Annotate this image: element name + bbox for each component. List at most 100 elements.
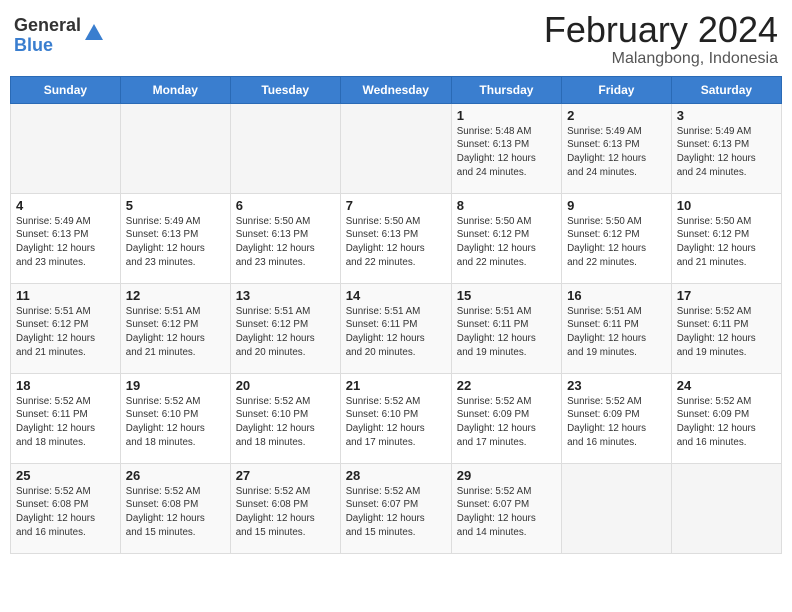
day-header-wednesday: Wednesday bbox=[340, 76, 451, 103]
calendar-cell: 29Sunrise: 5:52 AM Sunset: 6:07 PM Dayli… bbox=[451, 463, 561, 553]
day-info: Sunrise: 5:51 AM Sunset: 6:11 PM Dayligh… bbox=[457, 305, 556, 360]
day-header-tuesday: Tuesday bbox=[230, 76, 340, 103]
day-number: 22 bbox=[457, 378, 556, 393]
day-number: 21 bbox=[346, 378, 446, 393]
logo-general: General bbox=[14, 16, 81, 36]
calendar-cell: 10 Sunrise: 5:50 AM Sunset: 6:12 PM Dayli… bbox=[671, 193, 781, 283]
calendar-cell bbox=[120, 103, 230, 193]
day-info: Sunrise: 5:52 AM Sunset: 6:09 PM Dayligh… bbox=[567, 395, 666, 450]
day-header-sunday: Sunday bbox=[11, 76, 121, 103]
calendar-week-row: 11 Sunrise: 5:51 AM Sunset: 6:12 PM Dayli… bbox=[11, 283, 782, 373]
calendar-cell: 4 Sunrise: 5:49 AM Sunset: 6:13 PM Daylig… bbox=[11, 193, 121, 283]
calendar-cell: 14Sunrise: 5:51 AM Sunset: 6:11 PM Dayli… bbox=[340, 283, 451, 373]
calendar-week-row: 18 Sunrise: 5:52 AM Sunset: 6:11 PM Dayli… bbox=[11, 373, 782, 463]
day-number: 1 bbox=[457, 108, 556, 123]
day-info: Sunrise: 5:51 AM Sunset: 6:12 PM Dayligh… bbox=[126, 305, 225, 360]
calendar-cell: 23 Sunrise: 5:52 AM Sunset: 6:09 PM Dayli… bbox=[562, 373, 672, 463]
calendar-cell: 12Sunrise: 5:51 AM Sunset: 6:12 PM Dayli… bbox=[120, 283, 230, 373]
day-info: Sunrise: 5:52 AM Sunset: 6:10 PM Dayligh… bbox=[126, 395, 225, 450]
calendar-week-row: 25 Sunrise: 5:52 AM Sunset: 6:08 PM Dayli… bbox=[11, 463, 782, 553]
day-number: 2 bbox=[567, 108, 666, 123]
day-number: 25 bbox=[16, 468, 115, 483]
day-info: Sunrise: 5:52 AM Sunset: 6:07 PM Dayligh… bbox=[457, 485, 556, 540]
day-header-thursday: Thursday bbox=[451, 76, 561, 103]
day-number: 23 bbox=[567, 378, 666, 393]
day-header-saturday: Saturday bbox=[671, 76, 781, 103]
day-info: Sunrise: 5:52 AM Sunset: 6:10 PM Dayligh… bbox=[236, 395, 335, 450]
day-info: Sunrise: 5:52 AM Sunset: 6:11 PM Dayligh… bbox=[677, 305, 776, 360]
day-info: Sunrise: 5:52 AM Sunset: 6:08 PM Dayligh… bbox=[236, 485, 335, 540]
day-number: 16 bbox=[567, 288, 666, 303]
day-header-friday: Friday bbox=[562, 76, 672, 103]
logo-icon bbox=[83, 20, 105, 42]
calendar-cell: 28Sunrise: 5:52 AM Sunset: 6:07 PM Dayli… bbox=[340, 463, 451, 553]
calendar-cell: 21 Sunrise: 5:52 AM Sunset: 6:10 PM Dayli… bbox=[340, 373, 451, 463]
calendar-cell: 9 Sunrise: 5:50 AM Sunset: 6:12 PM Daylig… bbox=[562, 193, 672, 283]
calendar-cell: 20 Sunrise: 5:52 AM Sunset: 6:10 PM Dayli… bbox=[230, 373, 340, 463]
page-header: General Blue February 2024 Malangbong, I… bbox=[10, 10, 782, 68]
day-number: 13 bbox=[236, 288, 335, 303]
calendar-cell: 7Sunrise: 5:50 AM Sunset: 6:13 PM Daylig… bbox=[340, 193, 451, 283]
day-info: Sunrise: 5:52 AM Sunset: 6:07 PM Dayligh… bbox=[346, 485, 446, 540]
calendar-cell: 8 Sunrise: 5:50 AM Sunset: 6:12 PM Daylig… bbox=[451, 193, 561, 283]
location: Malangbong, Indonesia bbox=[544, 50, 778, 68]
day-info: Sunrise: 5:52 AM Sunset: 6:11 PM Dayligh… bbox=[16, 395, 115, 450]
day-number: 11 bbox=[16, 288, 115, 303]
calendar-cell: 5Sunrise: 5:49 AM Sunset: 6:13 PM Daylig… bbox=[120, 193, 230, 283]
calendar-cell: 17 Sunrise: 5:52 AM Sunset: 6:11 PM Dayli… bbox=[671, 283, 781, 373]
calendar-cell bbox=[562, 463, 672, 553]
day-info: Sunrise: 5:50 AM Sunset: 6:13 PM Dayligh… bbox=[346, 215, 446, 270]
day-number: 19 bbox=[126, 378, 225, 393]
day-info: Sunrise: 5:49 AM Sunset: 6:13 PM Dayligh… bbox=[677, 125, 776, 180]
day-info: Sunrise: 5:51 AM Sunset: 6:11 PM Dayligh… bbox=[567, 305, 666, 360]
day-info: Sunrise: 5:48 AM Sunset: 6:13 PM Dayligh… bbox=[457, 125, 556, 180]
day-number: 20 bbox=[236, 378, 335, 393]
day-info: Sunrise: 5:52 AM Sunset: 6:10 PM Dayligh… bbox=[346, 395, 446, 450]
calendar-cell: 15Sunrise: 5:51 AM Sunset: 6:11 PM Dayli… bbox=[451, 283, 561, 373]
day-number: 10 bbox=[677, 198, 776, 213]
calendar-cell bbox=[11, 103, 121, 193]
day-number: 17 bbox=[677, 288, 776, 303]
title-block: February 2024 Malangbong, Indonesia bbox=[544, 10, 778, 68]
calendar-cell: 24 Sunrise: 5:52 AM Sunset: 6:09 PM Dayli… bbox=[671, 373, 781, 463]
logo: General Blue bbox=[14, 16, 105, 56]
calendar-cell: 1 Sunrise: 5:48 AM Sunset: 6:13 PM Daylig… bbox=[451, 103, 561, 193]
day-number: 27 bbox=[236, 468, 335, 483]
day-info: Sunrise: 5:52 AM Sunset: 6:09 PM Dayligh… bbox=[677, 395, 776, 450]
calendar-cell bbox=[671, 463, 781, 553]
day-number: 5 bbox=[126, 198, 225, 213]
calendar-cell: 16 Sunrise: 5:51 AM Sunset: 6:11 PM Dayli… bbox=[562, 283, 672, 373]
day-number: 4 bbox=[16, 198, 115, 213]
calendar-header-row: SundayMondayTuesdayWednesdayThursdayFrid… bbox=[11, 76, 782, 103]
calendar-week-row: 4 Sunrise: 5:49 AM Sunset: 6:13 PM Daylig… bbox=[11, 193, 782, 283]
month-title: February 2024 bbox=[544, 10, 778, 50]
calendar-cell: 11 Sunrise: 5:51 AM Sunset: 6:12 PM Dayli… bbox=[11, 283, 121, 373]
calendar-cell: 13 Sunrise: 5:51 AM Sunset: 6:12 PM Dayli… bbox=[230, 283, 340, 373]
calendar-table: SundayMondayTuesdayWednesdayThursdayFrid… bbox=[10, 76, 782, 554]
day-info: Sunrise: 5:51 AM Sunset: 6:12 PM Dayligh… bbox=[16, 305, 115, 360]
day-info: Sunrise: 5:51 AM Sunset: 6:12 PM Dayligh… bbox=[236, 305, 335, 360]
calendar-cell: 27 Sunrise: 5:52 AM Sunset: 6:08 PM Dayli… bbox=[230, 463, 340, 553]
day-info: Sunrise: 5:49 AM Sunset: 6:13 PM Dayligh… bbox=[16, 215, 115, 270]
day-number: 9 bbox=[567, 198, 666, 213]
calendar-cell: 25 Sunrise: 5:52 AM Sunset: 6:08 PM Dayli… bbox=[11, 463, 121, 553]
calendar-cell: 2Sunrise: 5:49 AM Sunset: 6:13 PM Daylig… bbox=[562, 103, 672, 193]
calendar-cell: 18 Sunrise: 5:52 AM Sunset: 6:11 PM Dayli… bbox=[11, 373, 121, 463]
calendar-cell: 3 Sunrise: 5:49 AM Sunset: 6:13 PM Daylig… bbox=[671, 103, 781, 193]
day-info: Sunrise: 5:50 AM Sunset: 6:12 PM Dayligh… bbox=[457, 215, 556, 270]
day-info: Sunrise: 5:51 AM Sunset: 6:11 PM Dayligh… bbox=[346, 305, 446, 360]
day-number: 6 bbox=[236, 198, 335, 213]
day-info: Sunrise: 5:52 AM Sunset: 6:08 PM Dayligh… bbox=[16, 485, 115, 540]
calendar-week-row: 1 Sunrise: 5:48 AM Sunset: 6:13 PM Daylig… bbox=[11, 103, 782, 193]
day-info: Sunrise: 5:52 AM Sunset: 6:09 PM Dayligh… bbox=[457, 395, 556, 450]
calendar-cell: 19 Sunrise: 5:52 AM Sunset: 6:10 PM Dayli… bbox=[120, 373, 230, 463]
day-info: Sunrise: 5:52 AM Sunset: 6:08 PM Dayligh… bbox=[126, 485, 225, 540]
day-info: Sunrise: 5:50 AM Sunset: 6:12 PM Dayligh… bbox=[677, 215, 776, 270]
day-info: Sunrise: 5:50 AM Sunset: 6:12 PM Dayligh… bbox=[567, 215, 666, 270]
calendar-cell bbox=[340, 103, 451, 193]
day-number: 8 bbox=[457, 198, 556, 213]
calendar-cell: 22 Sunrise: 5:52 AM Sunset: 6:09 PM Dayli… bbox=[451, 373, 561, 463]
day-number: 3 bbox=[677, 108, 776, 123]
day-number: 18 bbox=[16, 378, 115, 393]
day-number: 24 bbox=[677, 378, 776, 393]
